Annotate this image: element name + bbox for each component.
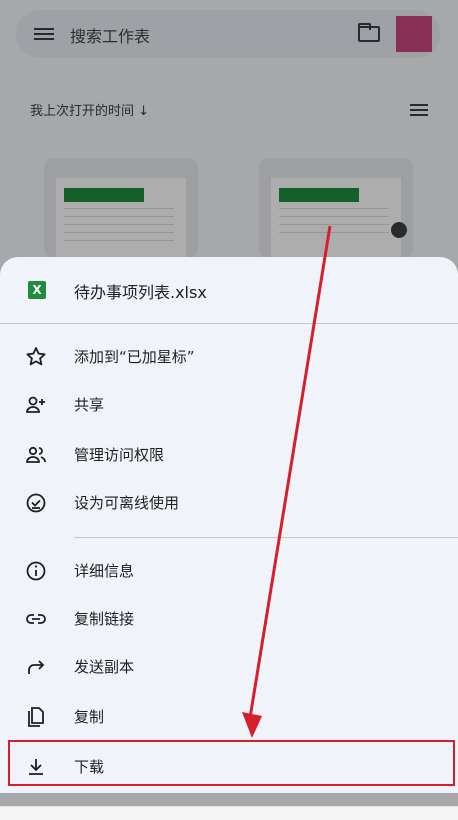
menu-item-offline[interactable]: 设为可离线使用 [0,479,458,527]
file-header: X 待办事项列表.xlsx [0,257,458,323]
menu-item-star[interactable]: 添加到“已加星标” [0,333,458,381]
menu-item-copy-link[interactable]: 复制链接 [0,595,458,643]
bottom-sheet: X 待办事项列表.xlsx 添加到“已加星标” 共享 管理访问权限 设为可离线使… [0,257,458,793]
person-add-icon [26,396,45,413]
file-name: 待办事项列表.xlsx [74,283,207,302]
star-icon [26,347,46,366]
menu-item-manage-access[interactable]: 管理访问权限 [0,431,458,479]
menu-item-send-copy[interactable]: 发送副本 [0,643,458,691]
menu-item-label: 详细信息 [74,562,135,580]
excel-file-icon: X [28,281,46,299]
people-icon [26,446,46,463]
menu-item-label: 复制链接 [74,610,135,628]
divider [0,323,458,324]
menu-item-label: 设为可离线使用 [74,494,180,512]
divider [74,537,458,538]
menu-item-share[interactable]: 共享 [0,381,458,429]
menu-item-label: 共享 [74,396,105,414]
bottom-edge [0,806,458,820]
copy-icon [28,707,44,727]
share-arrow-icon [28,660,45,674]
menu-item-make-copy[interactable]: 复制 [0,693,458,741]
menu-item-details[interactable]: 详细信息 [0,547,458,595]
menu-item-label: 发送副本 [74,658,135,676]
menu-item-label: 复制 [74,708,105,726]
link-icon [26,614,46,624]
menu-item-label: 管理访问权限 [74,446,165,464]
menu-item-label: 添加到“已加星标” [74,348,195,366]
info-icon [26,561,46,581]
offline-check-icon [26,493,46,513]
download-highlight-box [8,740,455,786]
